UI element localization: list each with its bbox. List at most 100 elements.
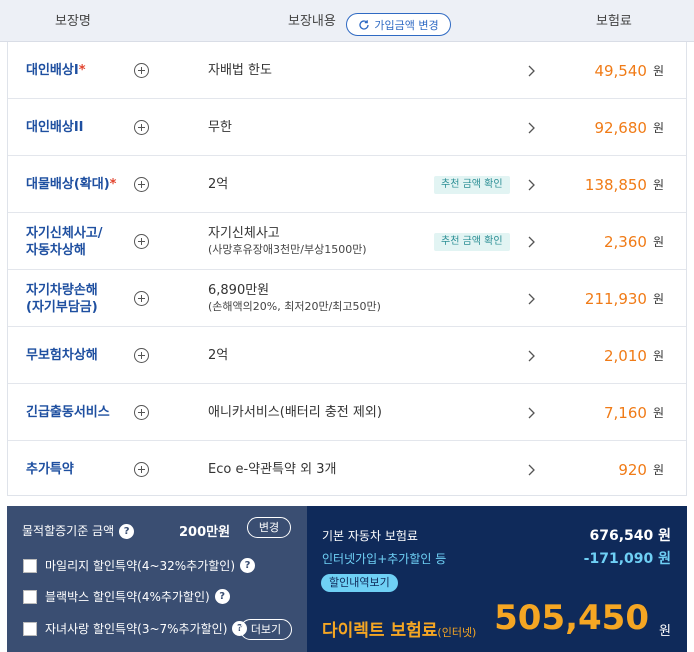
expand-plus-icon[interactable] <box>134 348 149 363</box>
child-discount-option[interactable]: 자녀사랑 할인특약(3~7%추가할인) ? <box>23 620 248 637</box>
direct-premium-suffix: (인터넷) <box>437 626 477 639</box>
coverage-row[interactable]: 대물배상(확대)* 2억 추천 금액 확인 138,850 원 <box>8 156 686 213</box>
expand-plus-icon[interactable] <box>134 234 149 249</box>
coverage-content: 2억 <box>208 156 228 213</box>
coverage-row[interactable]: 자기신체사고/자동차상해 자기신체사고 (사망후유장애3천만/부상1500만) 추천 … <box>8 213 686 270</box>
coverage-content: 자배법 한도 <box>208 42 272 99</box>
premium-amount: 7,160 <box>604 403 647 422</box>
coverage-row[interactable]: 자기차량손해 (자기부담금) 6,890만원 (손해액의20%, 최저20만/최고50… <box>8 270 686 327</box>
coverage-name: 무보험차상해 <box>26 327 98 384</box>
premium-amount: 92,680 <box>594 118 647 137</box>
coverage-name-line: (자기부담금) <box>26 299 98 315</box>
coverage-name-line: 대인배상I <box>26 63 79 78</box>
chevron-right-icon[interactable] <box>524 121 538 135</box>
chevron-right-icon[interactable] <box>524 292 538 306</box>
chevron-right-icon[interactable] <box>524 349 538 363</box>
child-discount-label: 자녀사랑 할인특약(3~7%추가할인) <box>45 622 228 636</box>
required-marker: * <box>78 63 86 78</box>
coverage-content-main: 자배법 한도 <box>208 62 272 78</box>
coverage-name-line: 무보험차상해 <box>26 348 98 363</box>
mileage-discount-checkbox[interactable] <box>23 558 37 573</box>
column-header-premium: 보험료 <box>596 14 632 29</box>
refresh-icon <box>359 19 370 30</box>
coverage-content: 애니카서비스(배터리 충전 제외) <box>208 384 382 441</box>
coverage-name-line-wrap: 대물배상(확대)* <box>26 176 116 193</box>
coverage-premium: 2,010 원 <box>604 327 664 384</box>
premium-unit: 원 <box>652 292 664 306</box>
premium-amount: 138,850 <box>584 175 647 194</box>
coverage-premium: 920 원 <box>618 441 664 498</box>
base-premium-value: 676,540 원 <box>589 528 671 544</box>
chevron-right-icon[interactable] <box>524 463 538 477</box>
premium-unit: 원 <box>652 235 664 249</box>
discount-options-panel: 물적할증기준 금액? 200만원 변경 마일리지 할인특약(4~32%추가할인)… <box>7 506 307 652</box>
coverage-content: 2억 <box>208 327 228 384</box>
expand-plus-icon[interactable] <box>134 405 149 420</box>
coverage-row[interactable]: 대인배상I* 자배법 한도 49,540 원 <box>8 42 686 99</box>
blackbox-discount-label: 블랙박스 할인특약(4%추가할인) <box>45 590 210 604</box>
premium-amount: 2,360 <box>604 232 647 251</box>
coverage-premium: 211,930 원 <box>585 270 664 327</box>
chevron-right-icon[interactable] <box>524 178 538 192</box>
direct-premium-label: 다이렉트 보험료(인터넷) <box>322 616 476 641</box>
blackbox-discount-option[interactable]: 블랙박스 할인특약(4%추가할인) ? <box>23 588 230 605</box>
expand-plus-icon[interactable] <box>134 291 149 306</box>
child-discount-checkbox[interactable] <box>23 621 37 636</box>
coverage-row[interactable]: 긴급출동서비스 애니카서비스(배터리 충전 제외) 7,160 원 <box>8 384 686 441</box>
coverage-row[interactable]: 대인배상II 무한 92,680 원 <box>8 99 686 156</box>
change-amount-label: 가입금액 변경 <box>374 18 439 32</box>
change-amount-button[interactable]: 가입금액 변경 <box>346 13 451 36</box>
premium-unit: 원 <box>652 406 664 420</box>
coverage-name: 자기차량손해 (자기부담금) <box>26 270 98 327</box>
coverage-table-header: 보장명 보장내용 가입금액 변경 보험료 <box>0 0 694 42</box>
help-icon[interactable]: ? <box>214 589 230 604</box>
premium-unit: 원 <box>652 463 664 477</box>
coverage-name: 긴급출동서비스 <box>26 384 110 441</box>
expand-plus-icon[interactable] <box>134 462 149 477</box>
chevron-right-icon[interactable] <box>524 64 538 78</box>
coverage-content-main: 6,890만원 <box>208 282 270 298</box>
coverage-content-main: 2억 <box>208 176 229 192</box>
coverage-premium: 2,360 원 <box>604 213 664 270</box>
help-icon[interactable]: ? <box>240 558 256 573</box>
mileage-discount-option[interactable]: 마일리지 할인특약(4~32%추가할인) ? <box>23 557 256 574</box>
premium-unit: 원 <box>652 121 664 135</box>
column-header-name: 보장명 <box>55 14 91 29</box>
expand-plus-icon[interactable] <box>134 120 149 135</box>
discount-label: 인터넷가입+추가할인 등 <box>322 552 447 566</box>
threshold-value: 200만원 <box>179 525 231 540</box>
coverage-premium: 49,540 원 <box>594 42 664 99</box>
expand-plus-icon[interactable] <box>134 63 149 78</box>
expand-plus-icon[interactable] <box>134 177 149 192</box>
chevron-right-icon[interactable] <box>524 406 538 420</box>
blackbox-discount-checkbox[interactable] <box>23 589 37 604</box>
coverage-content-detail: (손해액의20%, 최저20만/최고50만) <box>208 299 381 313</box>
coverage-name-line: 자동차상해 <box>26 242 86 258</box>
coverage-premium: 7,160 원 <box>604 384 664 441</box>
direct-premium-amount: 505,450 <box>494 598 649 638</box>
coverage-name-line: 추가특약 <box>26 462 74 477</box>
coverage-content: Eco e-약관특약 외 3개 <box>208 441 336 498</box>
threshold-title: 물적할증기준 금액? <box>22 522 135 539</box>
chevron-right-icon[interactable] <box>524 235 538 249</box>
required-marker: * <box>109 177 117 192</box>
coverage-content-main: 2억 <box>208 347 229 363</box>
coverage-content-main: 애니카서비스(배터리 충전 제외) <box>208 404 382 420</box>
premium-amount: 211,930 <box>584 289 647 308</box>
premium-unit: 원 <box>652 64 664 78</box>
more-options-button[interactable]: 더보기 <box>240 619 292 640</box>
threshold-change-button[interactable]: 변경 <box>247 517 291 538</box>
help-icon[interactable]: ? <box>119 524 135 539</box>
discount-details-button[interactable]: 할인내역보기 <box>321 574 398 592</box>
coverage-name-line: 자기신체사고/ <box>26 225 103 241</box>
coverage-name-line: 긴급출동서비스 <box>26 405 110 420</box>
coverage-name-line: 자기차량손해 <box>26 282 98 298</box>
recommended-amount-button[interactable]: 추천 금액 확인 <box>434 176 510 194</box>
coverage-row[interactable]: 추가특약 Eco e-약관특약 외 3개 920 원 <box>8 441 686 498</box>
coverage-name-line-wrap: 대인배상I* <box>26 62 86 79</box>
coverage-name: 추가특약 <box>26 441 74 498</box>
coverage-content-main: Eco e-약관특약 외 3개 <box>208 461 337 477</box>
discount-value: -171,090 원 <box>583 551 671 567</box>
recommended-amount-button[interactable]: 추천 금액 확인 <box>434 233 510 251</box>
coverage-row[interactable]: 무보험차상해 2억 2,010 원 <box>8 327 686 384</box>
